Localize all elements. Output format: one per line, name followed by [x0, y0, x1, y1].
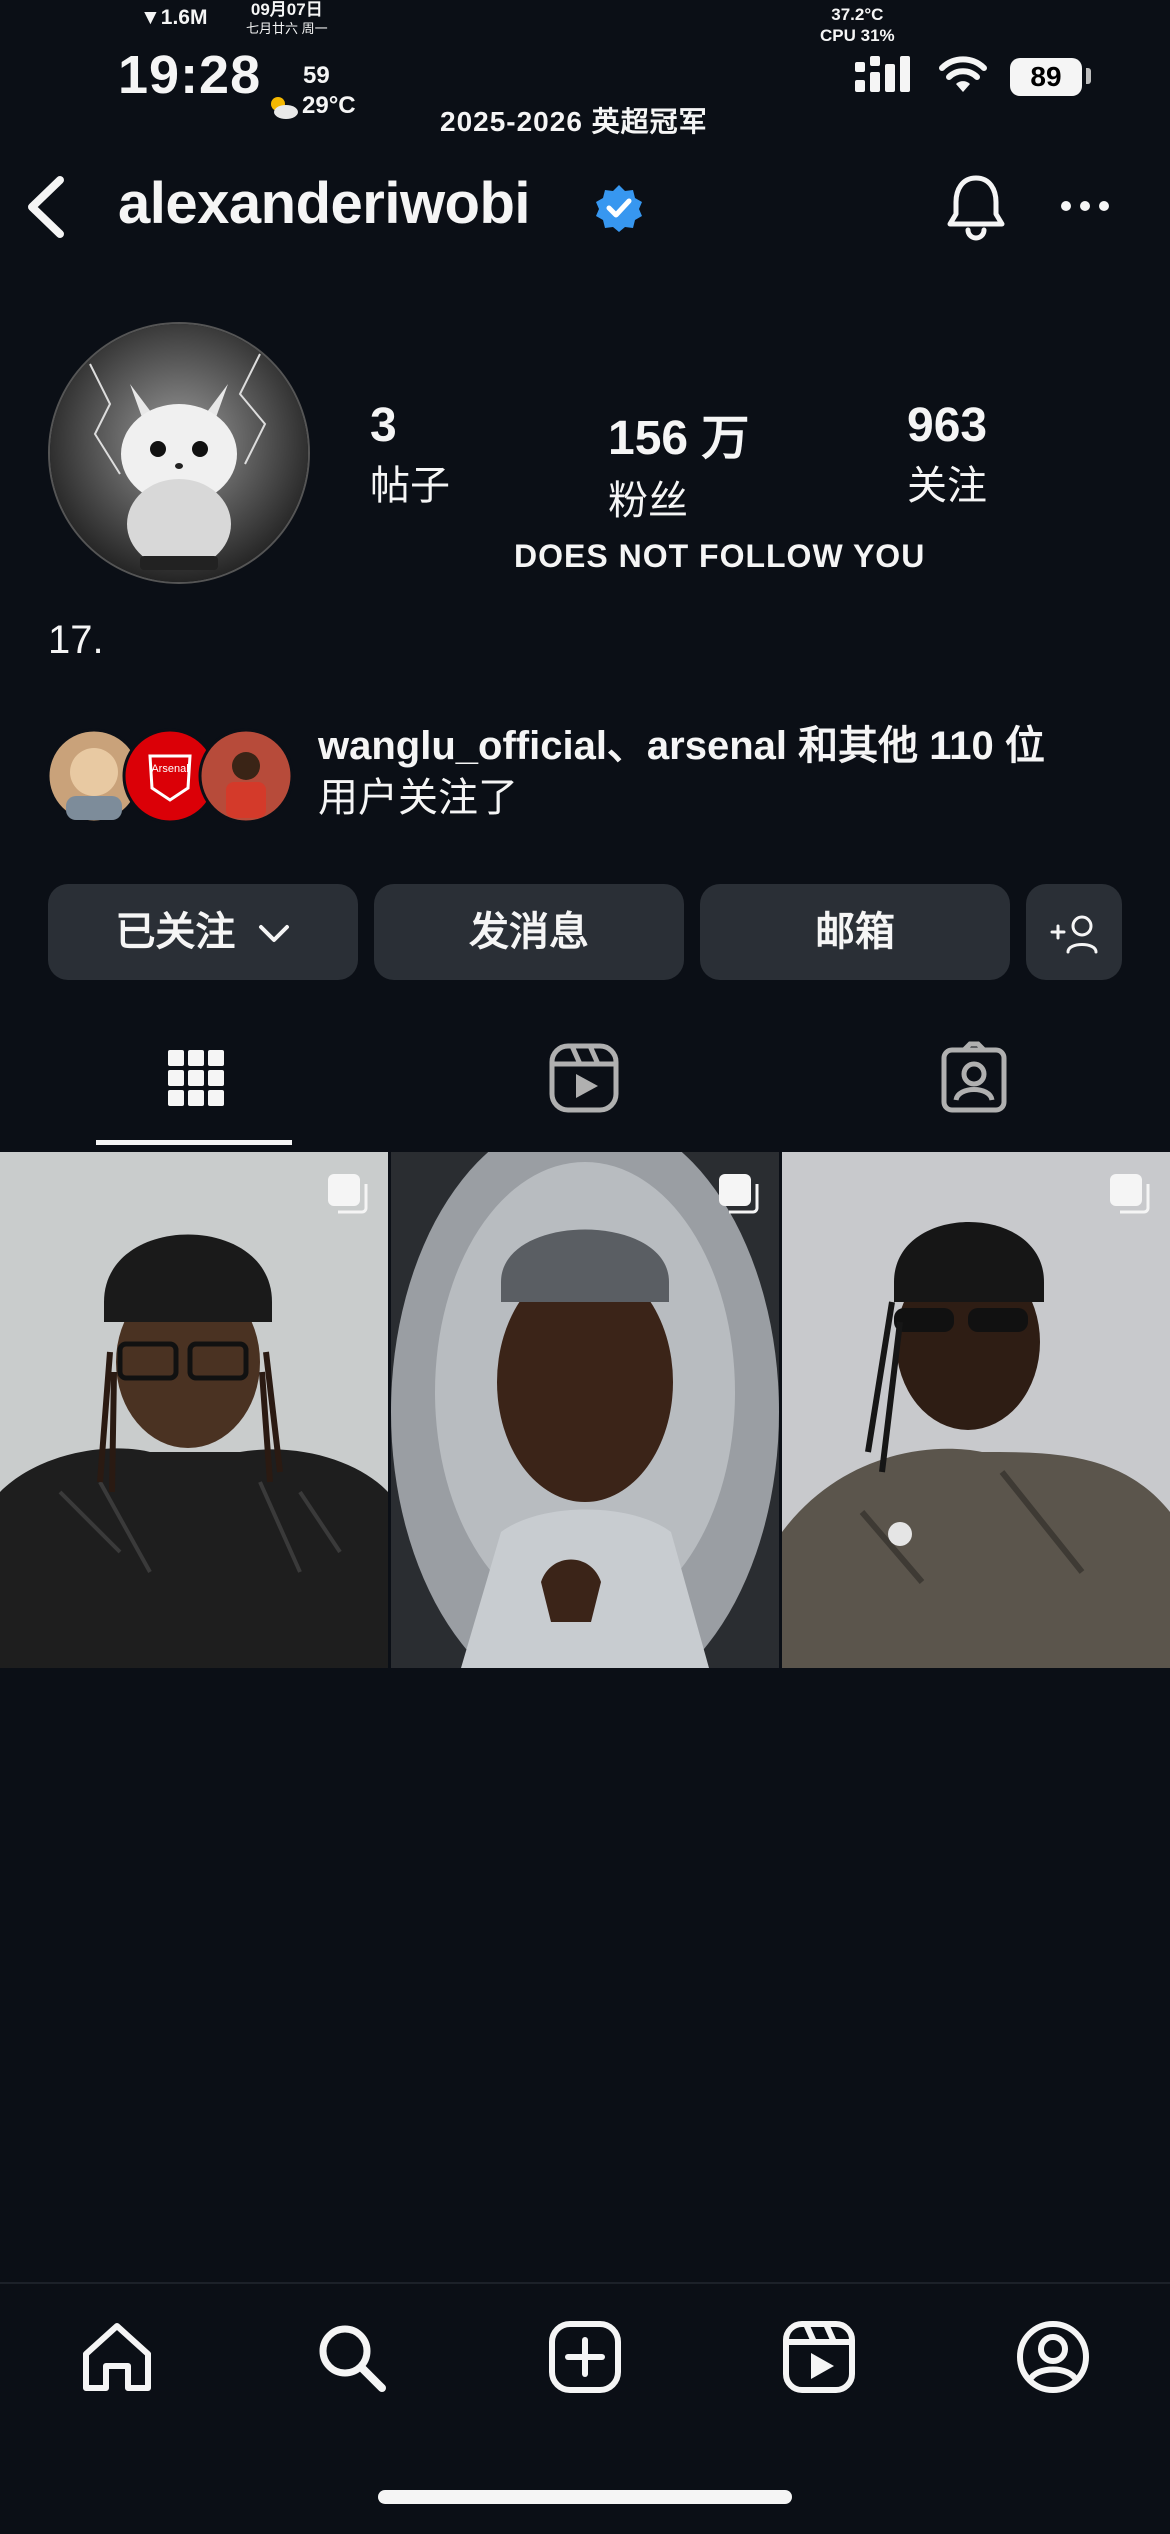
arsenal-crest-text: Arsenal — [151, 763, 188, 775]
device-temperature: 37.2°C — [831, 5, 884, 24]
date-text: 09月07日 — [250, 0, 323, 19]
mutual-followers-avatars[interactable]: Arsenal — [46, 726, 296, 826]
weather-icon — [266, 92, 300, 127]
add-person-icon — [1050, 915, 1098, 954]
air-quality-value: 59 — [303, 62, 330, 89]
wifi-icon — [938, 56, 988, 99]
post-tile[interactable] — [0, 1152, 388, 1668]
notifications-button[interactable] — [940, 170, 1012, 242]
status-date: 09月07日 七月廿六 周一 — [246, 0, 328, 38]
tab-tagged[interactable] — [936, 1040, 1012, 1116]
stat-following-label: 关注 — [907, 464, 987, 508]
back-button[interactable] — [22, 172, 70, 242]
profile-avatar[interactable] — [48, 322, 310, 584]
nav-reels[interactable] — [780, 2318, 858, 2396]
post-tile[interactable] — [782, 1152, 1170, 1668]
nav-search[interactable] — [312, 2318, 390, 2396]
cellular-signal-icon — [855, 56, 915, 101]
home-indicator[interactable] — [378, 2490, 792, 2504]
stat-followers[interactable]: 156 万 粉丝 — [608, 398, 749, 526]
stat-following[interactable]: 963 关注 — [907, 398, 987, 511]
lunar-date-text: 七月廿六 周一 — [246, 21, 328, 36]
more-icon — [1061, 201, 1109, 211]
suggest-people-button[interactable] — [1026, 884, 1122, 980]
post-tile[interactable] — [391, 1152, 779, 1668]
nav-create[interactable] — [546, 2318, 624, 2396]
mutual-followers-line1: wanglu_official、arsenal 和其他 110 位 — [318, 724, 1045, 768]
stat-followers-value: 156 万 — [608, 412, 750, 465]
more-options-button[interactable] — [1058, 192, 1112, 220]
home-icon — [83, 2323, 151, 2391]
reels-icon — [549, 1043, 619, 1113]
active-tab-indicator — [96, 1140, 292, 1145]
create-icon — [549, 2321, 621, 2393]
status-time: 19:28 — [118, 45, 262, 105]
follow-status-badge: DOES NOT FOLLOW YOU — [514, 538, 926, 574]
following-button[interactable]: 已关注 — [48, 884, 358, 980]
carousel-icon — [719, 1174, 759, 1214]
mutual-followers-line2: 用户关注了 — [318, 776, 518, 820]
battery-indicator: 89 — [1010, 58, 1082, 96]
device-stats: 37.2°C CPU 31% — [820, 4, 895, 46]
carousel-icon — [328, 1174, 368, 1214]
profile-bio: 17. — [48, 618, 104, 662]
tab-grid[interactable] — [158, 1040, 234, 1116]
nav-home[interactable] — [78, 2318, 156, 2396]
search-icon — [319, 2325, 386, 2392]
battery-tip — [1086, 68, 1091, 84]
tab-reels[interactable] — [546, 1040, 622, 1116]
stat-posts-value: 3 — [370, 399, 397, 452]
mutual-followers-text[interactable]: wanglu_official、arsenal 和其他 110 位 用户关注了 — [318, 720, 1118, 824]
network-speed: ▼1.6M — [140, 6, 208, 29]
profile-icon — [1017, 2321, 1089, 2393]
reels-icon — [783, 2321, 855, 2393]
carousel-icon — [1110, 1174, 1150, 1214]
message-button[interactable]: 发消息 — [374, 884, 684, 980]
bell-icon — [947, 175, 1005, 241]
stat-following-value: 963 — [907, 399, 988, 452]
stat-followers-label: 粉丝 — [608, 479, 688, 523]
nav-profile[interactable] — [1014, 2318, 1092, 2396]
chevron-down-icon — [258, 925, 289, 943]
verified-badge-icon — [594, 183, 644, 233]
weather-temperature: 29°C — [302, 92, 356, 119]
tagged-icon — [941, 1041, 1007, 1113]
following-button-label: 已关注 — [115, 910, 236, 954]
back-icon — [28, 176, 64, 238]
status-banner: 2025-2026 英超冠军 — [440, 106, 708, 137]
profile-username: alexanderiwobi — [118, 171, 531, 236]
grid-icon — [168, 1050, 224, 1106]
stat-posts[interactable]: 3 帖子 — [370, 398, 450, 511]
stat-posts-label: 帖子 — [370, 464, 450, 508]
email-button[interactable]: 邮箱 — [700, 884, 1010, 980]
cpu-usage: CPU 31% — [820, 26, 895, 45]
